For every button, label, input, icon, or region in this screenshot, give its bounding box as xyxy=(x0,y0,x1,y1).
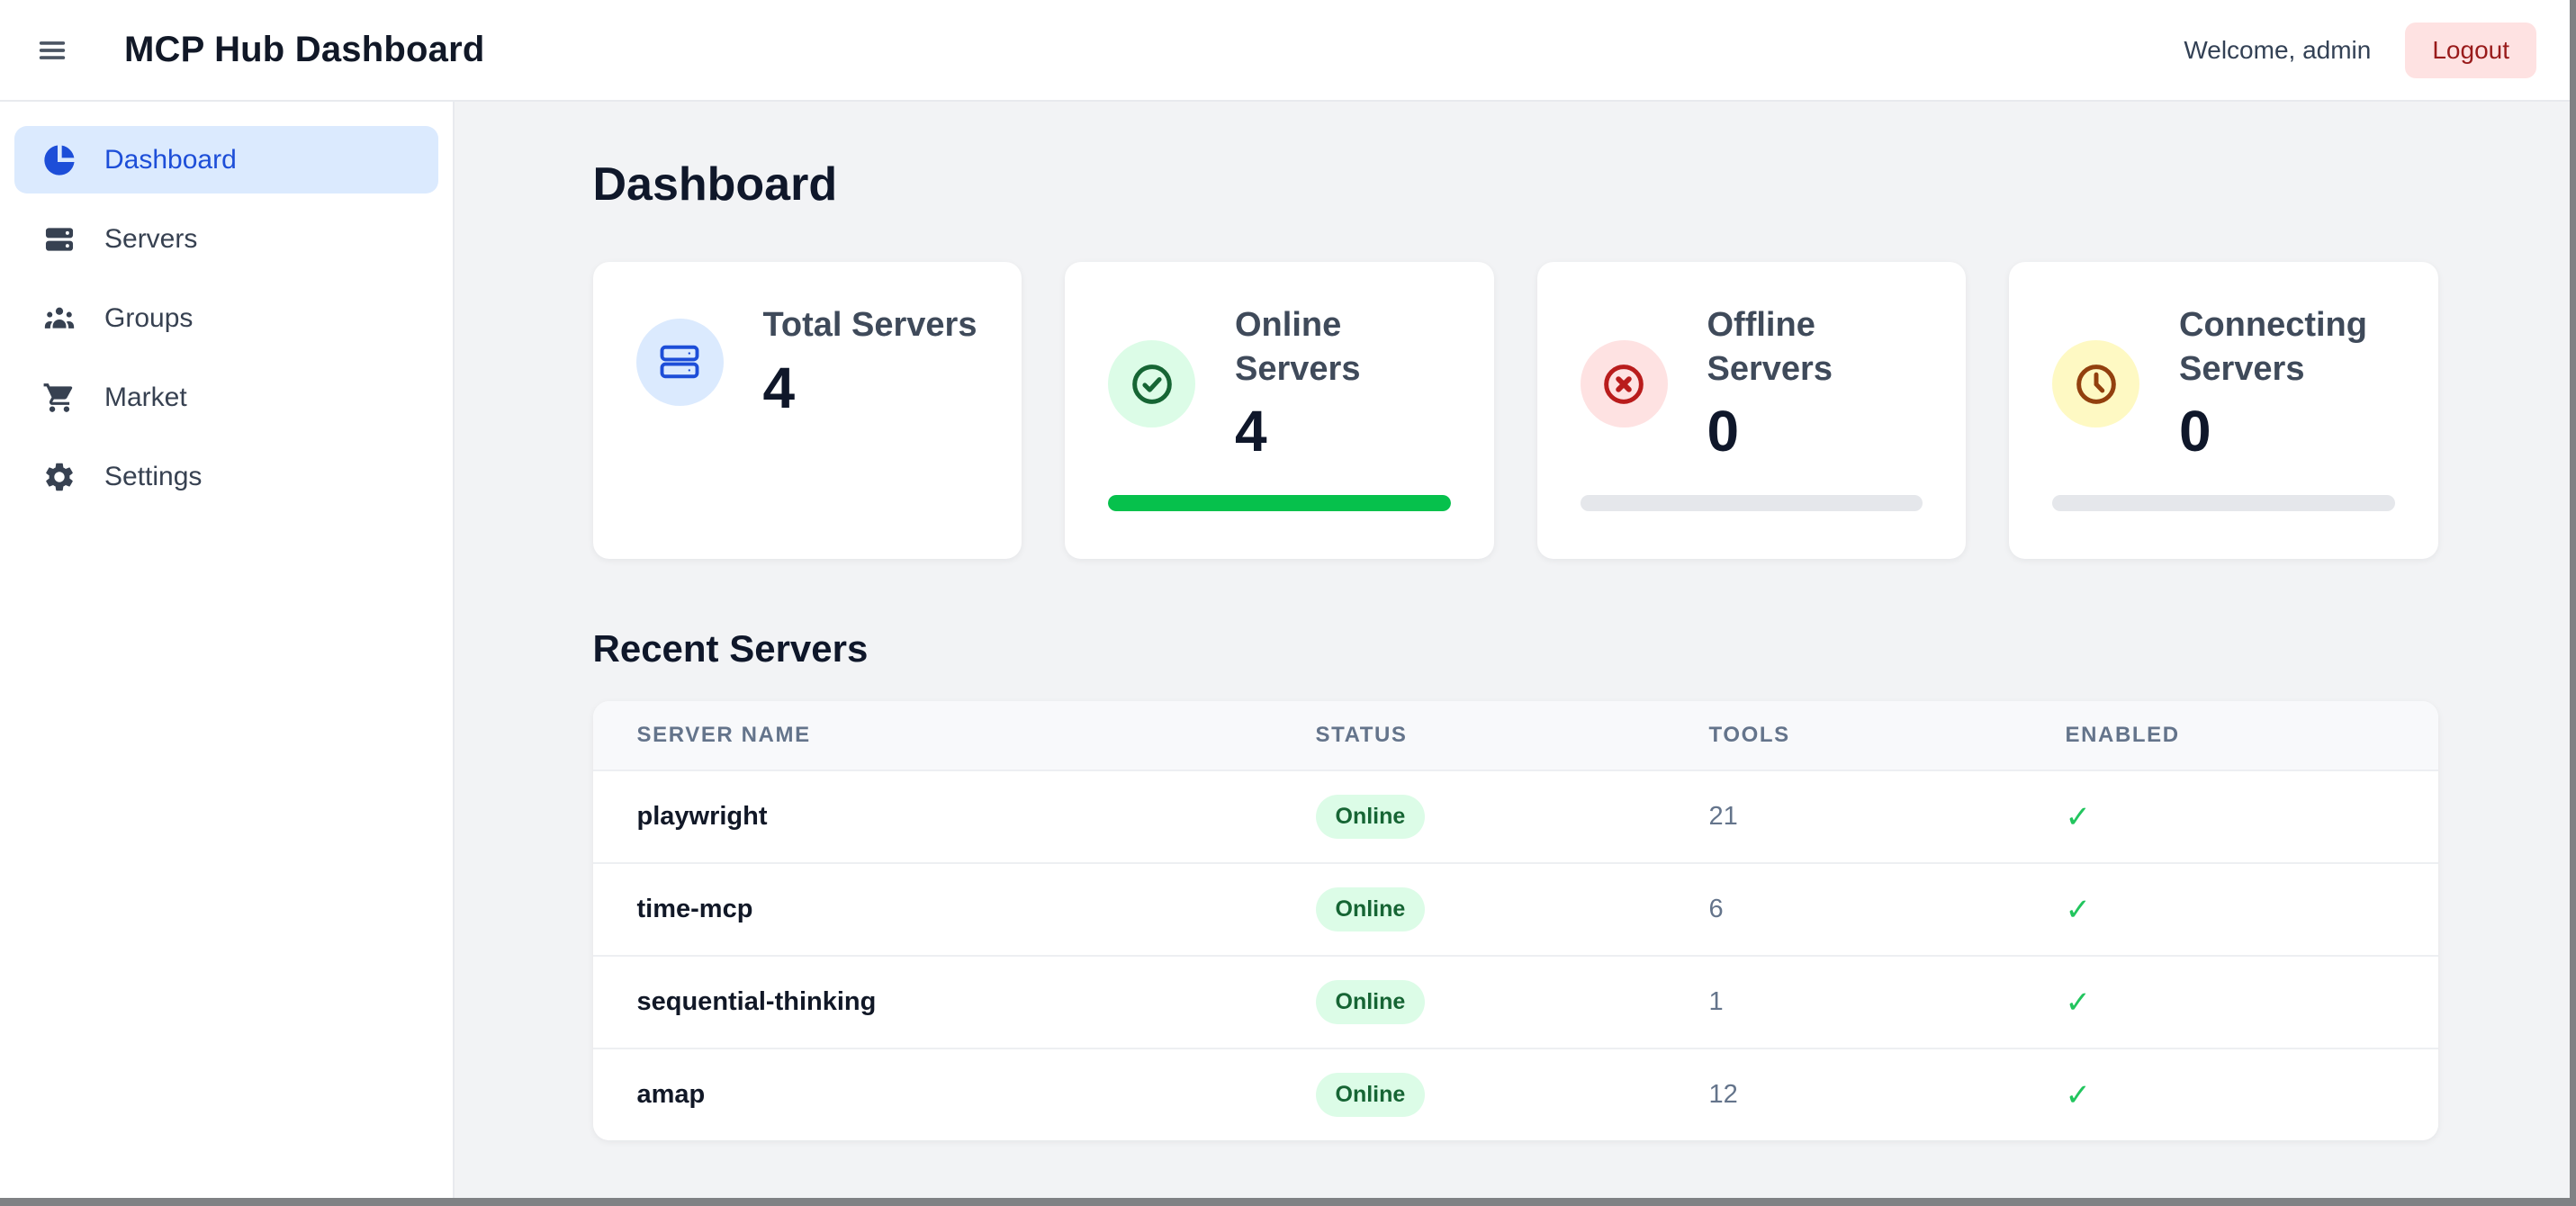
welcome-text: Welcome, admin xyxy=(2184,36,2371,65)
sidebar-item-servers[interactable]: Servers xyxy=(14,205,438,273)
server-name: playwright xyxy=(637,802,1316,832)
app-title: MCP Hub Dashboard xyxy=(124,30,484,70)
sidebar-item-groups[interactable]: Groups xyxy=(14,284,438,352)
column-header-tools: TOOLS xyxy=(1709,723,2066,748)
stat-card-total-servers: Total Servers 4 xyxy=(593,262,1022,559)
stat-card-offline-servers: Offline Servers 0 xyxy=(1537,262,1967,559)
column-header-server-name: SERVER NAME xyxy=(637,723,1316,748)
users-icon xyxy=(41,301,77,337)
tools-count: 21 xyxy=(1709,802,2066,832)
server-name: amap xyxy=(637,1080,1316,1110)
sidebar-item-label: Dashboard xyxy=(104,145,237,176)
table-row[interactable]: playwright Online 21 ✓ xyxy=(593,770,2438,862)
tools-count: 6 xyxy=(1709,895,2066,924)
progress-bar xyxy=(2052,495,2395,511)
column-header-status: STATUS xyxy=(1316,723,1709,748)
recent-servers-table: SERVER NAME STATUS TOOLS ENABLED playwri… xyxy=(593,701,2438,1140)
pie-chart-icon xyxy=(41,142,77,178)
status-badge: Online xyxy=(1316,1073,1426,1117)
main-content: Dashboard Total Serv xyxy=(455,102,2576,1206)
check-circle-icon xyxy=(1108,340,1195,428)
stat-value: 0 xyxy=(1707,398,1923,464)
server-name: sequential-thinking xyxy=(637,987,1316,1017)
app-header: MCP Hub Dashboard Welcome, admin Logout xyxy=(0,0,2576,102)
stat-label: Connecting Servers xyxy=(2179,303,2395,391)
sidebar-item-label: Settings xyxy=(104,462,202,492)
gear-icon xyxy=(41,459,77,495)
sidebar: Dashboard Servers xyxy=(0,102,455,1206)
page-title: Dashboard xyxy=(593,158,2438,212)
column-header-enabled: ENABLED xyxy=(2066,723,2438,748)
sidebar-item-dashboard[interactable]: Dashboard xyxy=(14,126,438,194)
enabled-check-icon: ✓ xyxy=(2066,799,2438,835)
enabled-check-icon: ✓ xyxy=(2066,1077,2438,1113)
table-row[interactable]: amap Online 12 ✓ xyxy=(593,1048,2438,1140)
stat-value: 4 xyxy=(1235,398,1451,464)
stat-label: Online Servers xyxy=(1235,303,1451,391)
recent-servers-title: Recent Servers xyxy=(593,627,2438,670)
hamburger-menu-button[interactable] xyxy=(34,32,70,68)
sidebar-item-label: Groups xyxy=(104,303,193,334)
stat-value: 4 xyxy=(763,355,977,421)
vertical-scrollbar[interactable] xyxy=(2570,0,2576,1206)
tools-count: 12 xyxy=(1709,1080,2066,1110)
logout-button[interactable]: Logout xyxy=(2405,22,2536,78)
progress-bar xyxy=(1581,495,1923,511)
stat-value: 0 xyxy=(2179,398,2395,464)
stat-label: Offline Servers xyxy=(1707,303,1923,391)
tools-count: 1 xyxy=(1709,987,2066,1017)
cart-icon xyxy=(41,380,77,416)
sidebar-item-settings[interactable]: Settings xyxy=(14,443,438,510)
table-row[interactable]: sequential-thinking Online 1 ✓ xyxy=(593,955,2438,1048)
sidebar-item-label: Servers xyxy=(104,224,197,255)
stat-card-connecting-servers: Connecting Servers 0 xyxy=(2009,262,2438,559)
status-badge: Online xyxy=(1316,980,1426,1024)
progress-bar xyxy=(1108,495,1451,511)
clock-icon xyxy=(2052,340,2139,428)
server-stack-icon xyxy=(41,221,77,257)
hamburger-icon xyxy=(37,35,68,66)
enabled-check-icon: ✓ xyxy=(2066,985,2438,1021)
table-row[interactable]: time-mcp Online 6 ✓ xyxy=(593,862,2438,955)
x-circle-icon xyxy=(1581,340,1668,428)
enabled-check-icon: ✓ xyxy=(2066,892,2438,928)
table-header-row: SERVER NAME STATUS TOOLS ENABLED xyxy=(593,701,2438,770)
status-badge: Online xyxy=(1316,795,1426,839)
sidebar-item-label: Market xyxy=(104,382,187,413)
horizontal-scrollbar[interactable] xyxy=(0,1198,2576,1206)
stat-cards: Total Servers 4 xyxy=(593,262,2438,559)
server-icon xyxy=(636,319,724,406)
status-badge: Online xyxy=(1316,887,1426,932)
stat-card-online-servers: Online Servers 4 xyxy=(1065,262,1494,559)
server-name: time-mcp xyxy=(637,895,1316,924)
sidebar-item-market[interactable]: Market xyxy=(14,364,438,431)
stat-label: Total Servers xyxy=(763,303,977,347)
